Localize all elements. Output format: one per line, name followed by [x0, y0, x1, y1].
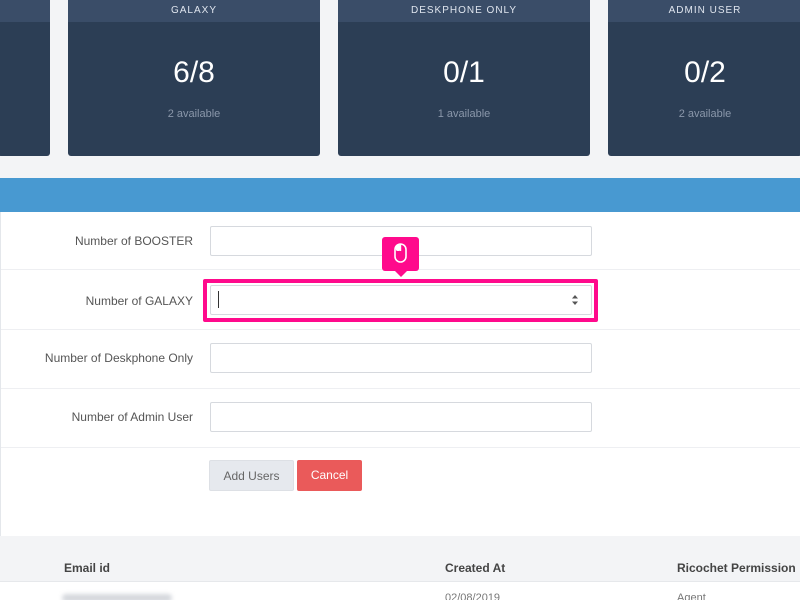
card-value: 6/8	[173, 56, 215, 89]
deskphone-input[interactable]	[210, 343, 592, 373]
galaxy-label: Number of GALAXY	[85, 294, 193, 308]
column-email: Email id	[64, 561, 111, 575]
card-header	[0, 0, 50, 22]
stepper-arrows-svg	[572, 295, 578, 305]
redacted-email	[62, 594, 172, 600]
text-cursor	[218, 291, 219, 308]
cell-created-at: 02/08/2019	[445, 592, 501, 600]
add-users-button[interactable]: Add Users	[209, 460, 294, 491]
cell-permission: Agent	[677, 592, 706, 600]
click-tooltip	[382, 237, 419, 277]
stat-card-admin: ADMIN USER 0/2 2 available	[608, 0, 800, 156]
card-available: 2 available	[167, 108, 221, 120]
form-row-admin: Number of Admin User	[1, 389, 800, 448]
stat-card-partial	[0, 0, 50, 156]
card-value: 0/1	[443, 56, 485, 89]
card-available: 1 available	[437, 108, 491, 120]
card-available: 2 available	[678, 108, 732, 120]
admin-input[interactable]	[210, 402, 592, 432]
form-row-deskphone: Number of Deskphone Only	[1, 330, 800, 389]
table-row[interactable]: 02/08/2019 Agent	[0, 581, 800, 600]
card-title: ADMIN USER	[608, 0, 800, 22]
mouse-icon	[394, 243, 407, 263]
card-value: 0/2	[684, 56, 726, 89]
stat-card-galaxy: GALAXY 6/8 2 available	[68, 0, 320, 156]
section-header-bar	[0, 178, 800, 212]
stat-card-deskphone: DESKPHONE ONLY 0/1 1 available	[338, 0, 590, 156]
column-permission: Ricochet Permission	[677, 561, 796, 575]
admin-label: Number of Admin User	[71, 410, 193, 424]
deskphone-label: Number of Deskphone Only	[44, 351, 193, 365]
column-created-at: Created At	[445, 561, 506, 575]
stepper-arrows-icon[interactable]	[570, 293, 580, 307]
card-title: GALAXY	[68, 0, 320, 22]
users-table-header: Email id Created At Ricochet Permission	[0, 555, 800, 581]
card-title: DESKPHONE ONLY	[338, 0, 590, 22]
cancel-button[interactable]: Cancel	[297, 460, 362, 491]
booster-label: Number of BOOSTER	[74, 234, 193, 248]
focus-highlight	[203, 279, 598, 322]
